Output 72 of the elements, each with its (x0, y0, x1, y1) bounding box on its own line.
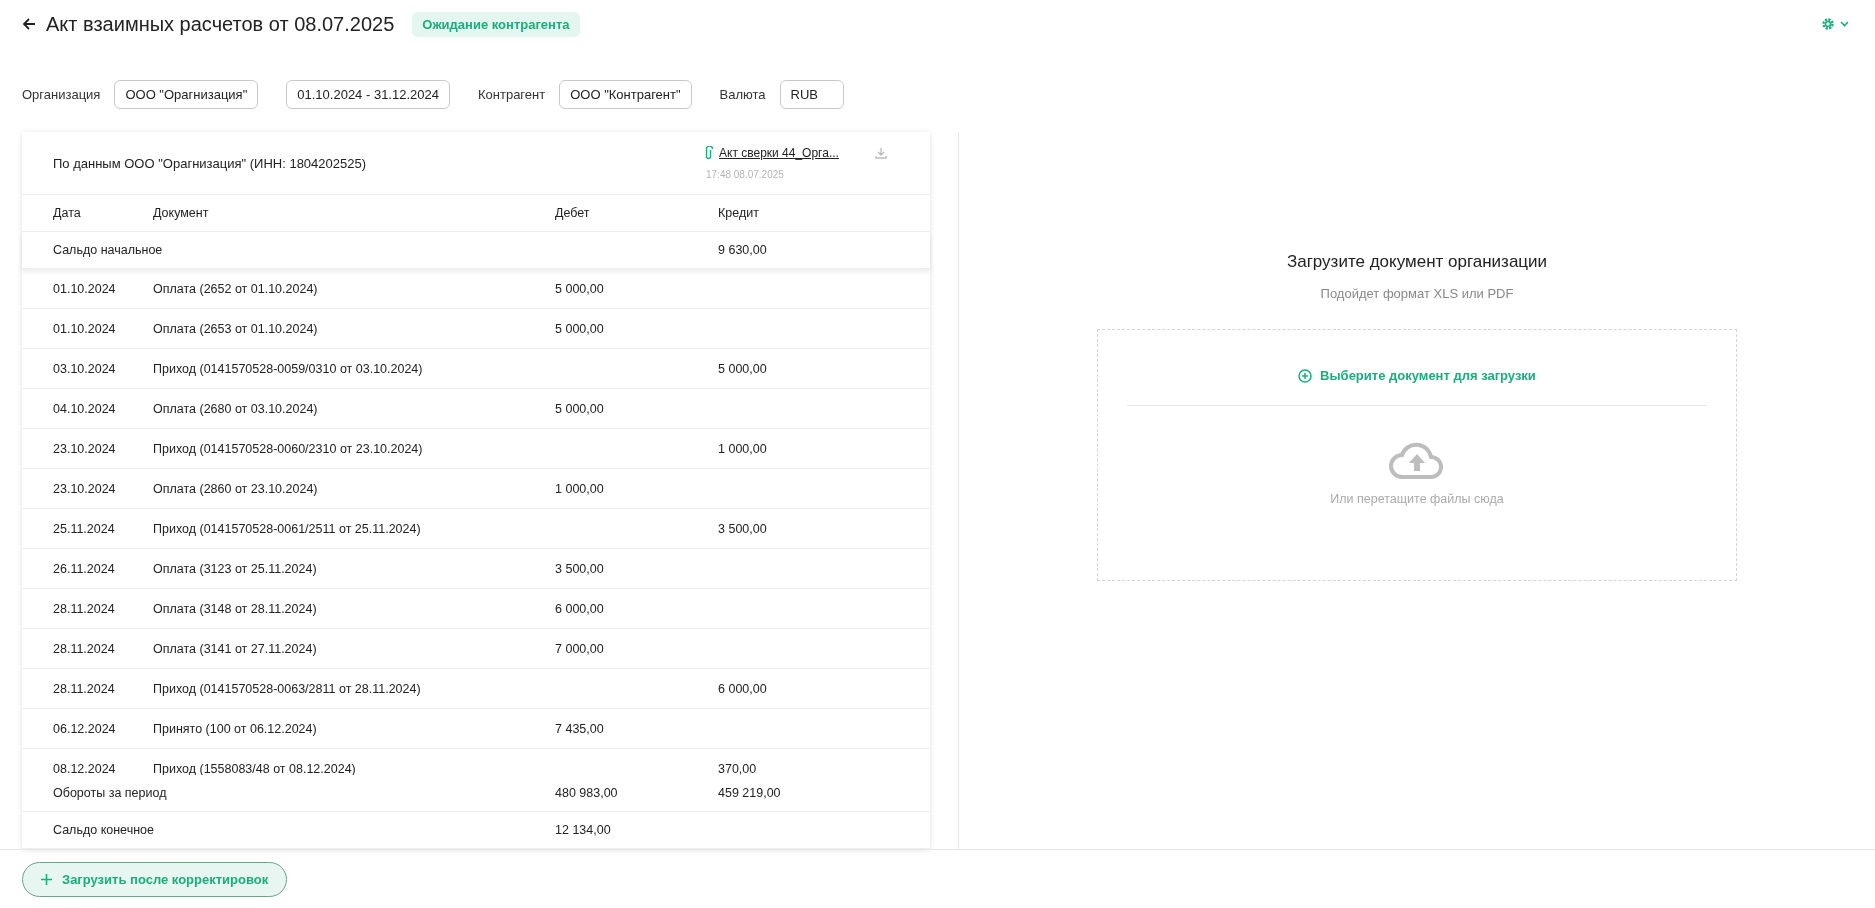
document-cell-text: Оплата (2653 от 01.10.2024) (153, 321, 319, 336)
date-cell-text: 01.10.2024 (53, 281, 117, 296)
plus-circle-icon (1298, 368, 1313, 383)
summary-label: Сальдо конечное (53, 823, 155, 837)
drop-hint: Или перетащите файлы сюда (1330, 492, 1504, 506)
date-cell-text: 28.11.2024 (53, 681, 116, 696)
upload-title: Загрузите документ организации (1286, 252, 1548, 272)
status-badge: Ожидание контрагента (412, 11, 580, 37)
date-cell-text: 08.12.2024 (53, 761, 117, 775)
document-cell-text: Приход (0141570528-0061/2511 от 25.11.2024) (153, 521, 422, 536)
date-cell-text: 26.11.2024 (53, 561, 116, 576)
document-cell-text: Оплата (2652 от 01.10.2024) (153, 281, 319, 296)
page-title: Акт взаимных расчетов от 08.07.2025 (46, 12, 395, 36)
debit-amount: 3 500,00 (555, 561, 605, 576)
summary-label: Обороты за период (53, 786, 168, 800)
document-cell-text: Оплата (2680 от 03.10.2024) (153, 401, 319, 416)
date-cell-text: 03.10.2024 (53, 361, 117, 376)
attachment-link[interactable]: Акт сверки 44_Орга... (719, 146, 839, 160)
back-arrow-icon[interactable] (22, 17, 36, 31)
column-header: Кредит (718, 206, 760, 220)
document-cell-text: Оплата (3141 от 27.11.2024) (153, 641, 318, 656)
date-cell-text: 28.11.2024 (53, 601, 116, 616)
credit-amount: 6 000,00 (718, 681, 768, 696)
credit-amount: 1 000,00 (718, 441, 768, 456)
column-header: Документ (153, 206, 210, 220)
debit-amount: 6 000,00 (555, 601, 605, 616)
date-cell-text: 01.10.2024 (53, 321, 117, 336)
settings-icon[interactable] (1821, 17, 1851, 31)
document-cell-text: Приход (0141570528-0060/2310 от 23.10.2024) (153, 441, 424, 456)
date-cell-text: 23.10.2024 (53, 481, 117, 496)
document-cell-text: Принято (100 от 06.12.2024) (153, 721, 318, 736)
debit-amount: 1 000,00 (555, 481, 605, 496)
document-cell-text: Приход (0141570528-0059/0310 от 03.10.2024) (153, 361, 424, 376)
date-cell-text: 28.11.2024 (53, 641, 116, 656)
filter-label: Валюта (719, 86, 766, 102)
document-cell-text: Оплата (2860 от 23.10.2024) (153, 481, 319, 496)
credit-amount: 370,00 (718, 761, 758, 775)
debit-amount: 7 000,00 (555, 641, 605, 656)
date-cell-text: 04.10.2024 (53, 401, 117, 416)
debit-amount: 7 435,00 (555, 721, 605, 736)
credit-amount: 5 000,00 (718, 361, 768, 376)
filter-field[interactable]: RUB (779, 79, 844, 109)
document-cell-text: Приход (1558083/48 от 08.12.2024) (153, 761, 357, 775)
credit-amount: 459 219,00 (718, 786, 782, 800)
date-cell-text: 25.11.2024 (53, 521, 116, 536)
document-cell-text: Оплата (3123 от 25.11.2024) (153, 561, 318, 576)
document-cell-text: Приход (0141570528-0063/2811 от 28.11.2024) (153, 681, 422, 696)
credit-amount: 9 630,00 (718, 243, 768, 257)
document-cell-text: Оплата (3148 от 28.11.2024) (153, 601, 318, 616)
debit-amount: 5 000,00 (555, 281, 605, 296)
filter-label: Контрагент (477, 86, 546, 102)
filter-label: Организация (22, 86, 101, 102)
column-header: Дата (53, 206, 82, 220)
filter-field[interactable]: 01.10.2024 - 31.12.2024 (286, 79, 450, 109)
cloud-upload-icon (1388, 442, 1446, 480)
attachment-time: 17:48 08.07.2025 (706, 169, 785, 180)
plus-icon (41, 873, 52, 885)
credit-amount: 3 500,00 (718, 521, 768, 536)
statement-title: По данным ООО "Орагнизация" (ИНН: 1804202525) (53, 155, 368, 171)
debit-amount: 5 000,00 (555, 401, 605, 416)
column-header: Дебет (555, 206, 591, 220)
date-cell-text: 06.12.2024 (53, 721, 117, 736)
upload-hint: Подойдет формат XLS или PDF (1320, 286, 1514, 301)
summary-label: Сальдо начальное (53, 243, 164, 257)
filter-field[interactable]: ООО "Контрагент" (559, 79, 692, 109)
filter-field[interactable]: ООО "Орагнизация" (114, 79, 259, 109)
debit-amount: 5 000,00 (555, 321, 605, 336)
debit-amount: 480 983,00 (555, 786, 619, 800)
debit-amount: 12 134,00 (555, 823, 612, 837)
date-cell-text: 23.10.2024 (53, 441, 117, 456)
paperclip-icon (704, 146, 713, 160)
download-icon[interactable] (874, 147, 887, 159)
